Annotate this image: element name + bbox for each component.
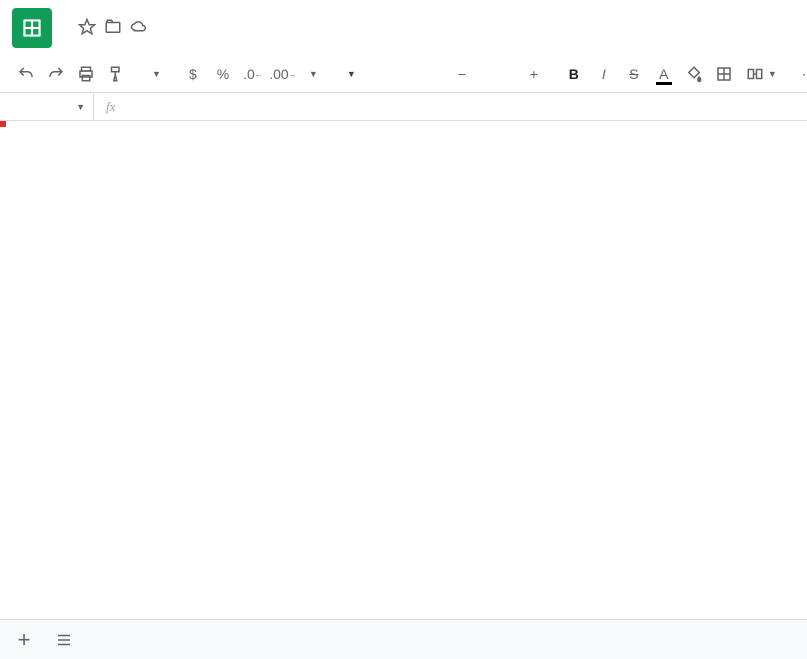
more-toolbar-button[interactable]: ⋯ — [795, 60, 807, 88]
redo-button[interactable] — [42, 60, 70, 88]
fx-icon: fx — [94, 99, 127, 115]
zoom-select[interactable]: ▼ — [142, 60, 167, 88]
toolbar: ▼ $ % .0← .00→ ▼ ▼ − + B I S A ▼ ⋯ — [0, 56, 807, 93]
all-sheets-button[interactable] — [48, 624, 80, 656]
sheets-logo-icon[interactable] — [12, 8, 52, 48]
formula-bar: ▼ fx — [0, 93, 807, 121]
spreadsheet-grid[interactable] — [0, 121, 807, 619]
text-color-button[interactable]: A — [650, 60, 678, 88]
selection-highlight — [0, 121, 6, 127]
bold-button[interactable]: B — [560, 60, 588, 88]
decrease-font-button[interactable]: − — [448, 60, 476, 88]
paint-format-button[interactable] — [102, 60, 130, 88]
increase-font-button[interactable]: + — [520, 60, 548, 88]
move-icon[interactable] — [104, 18, 122, 36]
star-icon[interactable] — [78, 18, 96, 36]
add-sheet-button[interactable]: + — [8, 624, 40, 656]
merge-cells-button[interactable]: ▼ — [740, 60, 783, 88]
borders-button[interactable] — [710, 60, 738, 88]
font-select[interactable]: ▼ — [336, 60, 436, 88]
increase-decimal-button[interactable]: .00→ — [269, 60, 297, 88]
decrease-decimal-button[interactable]: .0← — [239, 60, 267, 88]
cloud-status-icon[interactable] — [130, 18, 148, 36]
title-bar — [0, 0, 807, 56]
percent-button[interactable]: % — [209, 60, 237, 88]
undo-button[interactable] — [12, 60, 40, 88]
fill-color-button[interactable] — [680, 60, 708, 88]
italic-button[interactable]: I — [590, 60, 618, 88]
font-size[interactable] — [478, 60, 518, 88]
name-box[interactable]: ▼ — [0, 93, 94, 120]
more-formats-button[interactable]: ▼ — [299, 60, 324, 88]
document-title[interactable] — [62, 25, 70, 29]
print-button[interactable] — [72, 60, 100, 88]
currency-button[interactable]: $ — [179, 60, 207, 88]
sheet-tabs-bar: + — [0, 619, 807, 659]
strikethrough-button[interactable]: S — [620, 60, 648, 88]
